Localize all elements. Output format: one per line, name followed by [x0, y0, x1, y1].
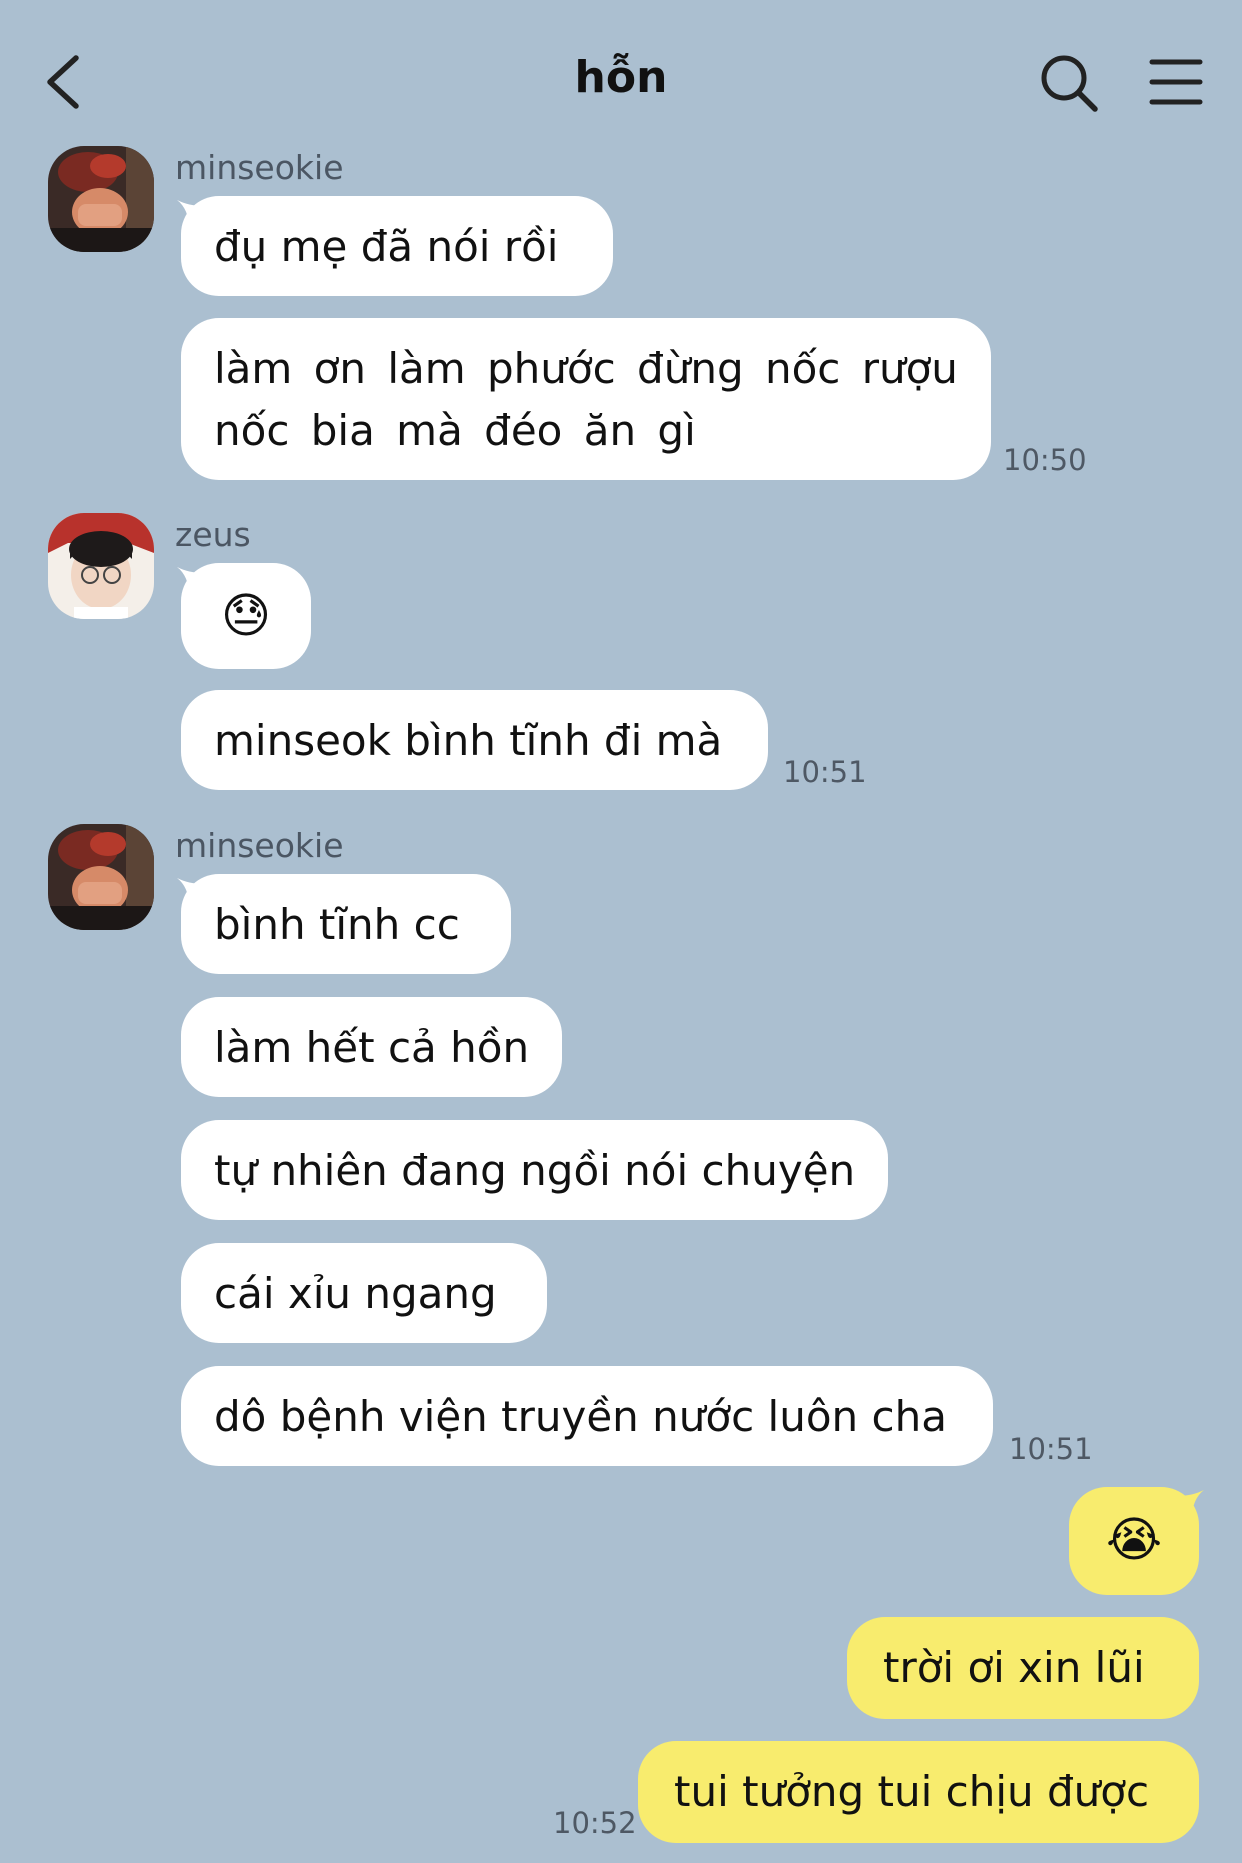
- sender-name: minseokie: [175, 148, 344, 187]
- message-timestamp: 10:51: [783, 755, 867, 789]
- message-emoji: 😓: [220, 588, 272, 644]
- search-icon: [1041, 55, 1098, 112]
- hamburger-menu-icon: [1149, 59, 1203, 105]
- message-timestamp: 10:51: [1009, 1432, 1093, 1466]
- message-timestamp: 10:50: [1003, 443, 1087, 477]
- incoming-message[interactable]: dô bệnh viện truyền nước luôn cha: [181, 1366, 993, 1466]
- incoming-message[interactable]: minseok bình tĩnh đi mà: [181, 690, 768, 790]
- chat-header: hỗn: [0, 0, 1242, 150]
- search-button[interactable]: [1038, 52, 1100, 114]
- avatar-image: [48, 824, 154, 930]
- message-text: trời ơi xin lũi: [883, 1643, 1145, 1692]
- incoming-message[interactable]: bình tĩnh cc: [181, 874, 511, 974]
- avatar[interactable]: [48, 824, 154, 930]
- message-text: tự nhiên đang ngồi nói chuyện: [214, 1146, 856, 1195]
- incoming-message[interactable]: đụ mẹ đã nói rồi: [181, 196, 613, 296]
- outgoing-message[interactable]: tui tưởng tui chịu được: [638, 1741, 1199, 1843]
- avatar[interactable]: [48, 146, 154, 252]
- incoming-message[interactable]: 😓: [181, 563, 311, 669]
- message-text: tui tưởng tui chịu được: [674, 1767, 1150, 1816]
- message-timestamp: 10:52: [553, 1806, 637, 1840]
- outgoing-message[interactable]: 😭: [1069, 1487, 1199, 1595]
- message-text: bình tĩnh cc: [214, 900, 460, 949]
- incoming-message[interactable]: tự nhiên đang ngồi nói chuyện: [181, 1120, 888, 1220]
- avatar[interactable]: [48, 513, 154, 619]
- message-emoji: 😭: [1105, 1512, 1163, 1568]
- menu-button[interactable]: [1148, 56, 1204, 108]
- avatar-image: [48, 513, 154, 619]
- message-text: cái xỉu ngang: [214, 1269, 497, 1318]
- avatar-image: [48, 146, 154, 252]
- sender-name: minseokie: [175, 826, 344, 865]
- message-text: làm ơn làm phước đừng nốc rượu nốc bia m…: [214, 344, 958, 455]
- incoming-message[interactable]: làm hết cả hồn: [181, 997, 562, 1097]
- message-text: đụ mẹ đã nói rồi: [214, 222, 559, 271]
- message-text: dô bệnh viện truyền nước luôn cha: [214, 1392, 947, 1441]
- incoming-message[interactable]: cái xỉu ngang: [181, 1243, 547, 1343]
- outgoing-message[interactable]: trời ơi xin lũi: [847, 1617, 1199, 1719]
- message-text: làm hết cả hồn: [214, 1023, 530, 1072]
- message-text: minseok bình tĩnh đi mà: [214, 716, 723, 765]
- sender-name: zeus: [175, 515, 251, 554]
- incoming-message[interactable]: làm ơn làm phước đừng nốc rượu nốc bia m…: [181, 318, 991, 480]
